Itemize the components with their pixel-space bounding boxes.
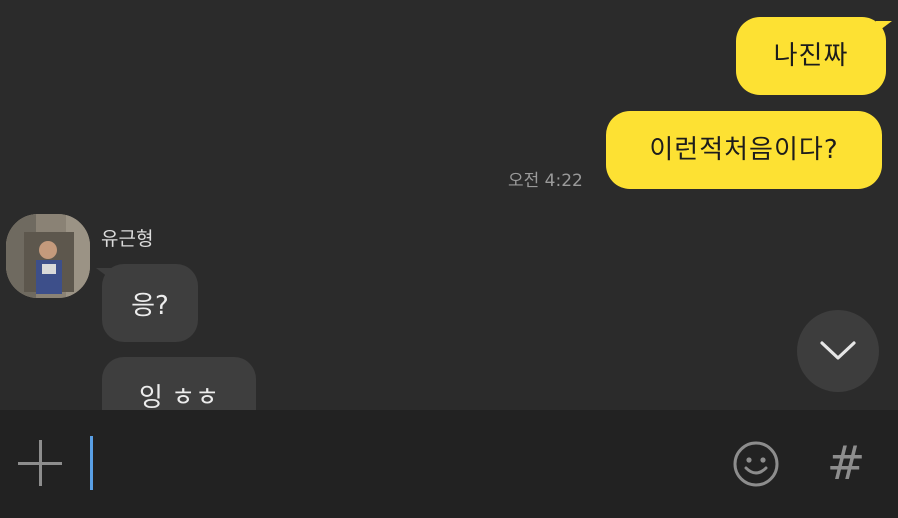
incoming-message[interactable]: 잉 ㅎㅎ <box>102 357 256 410</box>
message-text: 이런적처음이다? <box>649 135 839 165</box>
hash-icon[interactable]: # <box>822 436 870 490</box>
smiley-icon[interactable] <box>732 440 780 488</box>
sender-name: 유근형 <box>101 228 154 250</box>
avatar[interactable] <box>6 214 90 298</box>
outgoing-message[interactable]: 나진짜 <box>736 17 892 95</box>
message-text: 잉 ㅎㅎ <box>138 383 220 410</box>
hash-glyph: # <box>826 436 866 490</box>
emoji-glyph <box>733 441 779 487</box>
outgoing-message[interactable]: 이런적처음이다? <box>606 111 882 189</box>
chat-area[interactable]: 나진짜 오전 4:22 이런적처음이다? 유근형 응? 잉 ㅎㅎ <box>0 0 898 410</box>
profile-photo <box>6 214 90 298</box>
message-text: 나진짜 <box>773 41 849 71</box>
plus-icon[interactable] <box>18 440 64 486</box>
incoming-message[interactable]: 응? <box>96 264 198 342</box>
text-caret <box>90 436 93 490</box>
message-timestamp: 오전 4:22 <box>508 171 583 191</box>
message-text: 응? <box>131 290 169 321</box>
scroll-to-bottom-button[interactable] <box>797 310 879 392</box>
chevron-down-icon <box>820 341 856 360</box>
message-input[interactable] <box>84 430 694 496</box>
